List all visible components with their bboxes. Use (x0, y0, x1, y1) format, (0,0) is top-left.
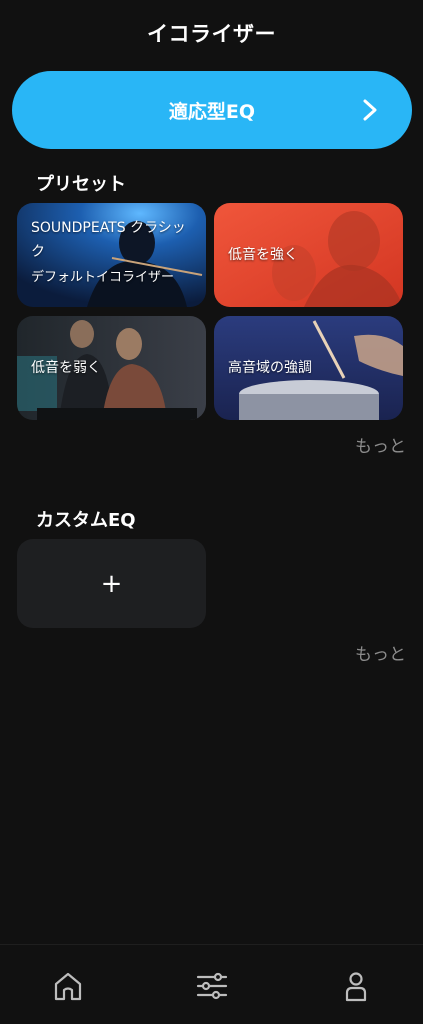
preset-classic-subtitle: デフォルトイコライザー (31, 270, 175, 285)
preset-classic-name-line2: ク (31, 244, 45, 260)
add-custom-eq-button[interactable]: + (17, 539, 206, 628)
custom-eq-more-link[interactable]: もっと (355, 640, 406, 665)
preset-card-classic[interactable]: SOUNDPEATS クラシッ ク デフォルトイコライザー (17, 203, 206, 307)
preset-card-treble-boost[interactable]: 高音域の強調 (214, 316, 403, 420)
preset-treble-boost-name: 高音域の強調 (228, 360, 312, 376)
preset-classic-name-line1: SOUNDPEATS クラシッ (31, 220, 186, 236)
plus-icon: + (100, 568, 123, 599)
preset-bass-boost-name: 低音を強く (228, 247, 298, 263)
preset-bass-reduce-name: 低音を弱く (31, 360, 101, 376)
equalizer-sliders-icon[interactable] (194, 968, 230, 1004)
preset-card-bass-reduce[interactable]: 低音を弱く (17, 316, 206, 420)
bottom-navigation (0, 944, 423, 1024)
custom-eq-section-title: カスタムEQ (36, 510, 136, 531)
page-title: イコライザー (147, 22, 276, 46)
profile-icon[interactable] (338, 968, 374, 1004)
preset-card-bass-boost[interactable]: 低音を強く (214, 203, 403, 307)
home-icon[interactable] (50, 968, 86, 1004)
adaptive-eq-label: 適応型EQ (168, 100, 256, 123)
presets-section-title: プリセット (36, 174, 126, 195)
chevron-right-icon (363, 99, 377, 121)
adaptive-eq-button[interactable]: 適応型EQ (12, 71, 412, 149)
presets-more-link[interactable]: もっと (355, 432, 406, 457)
